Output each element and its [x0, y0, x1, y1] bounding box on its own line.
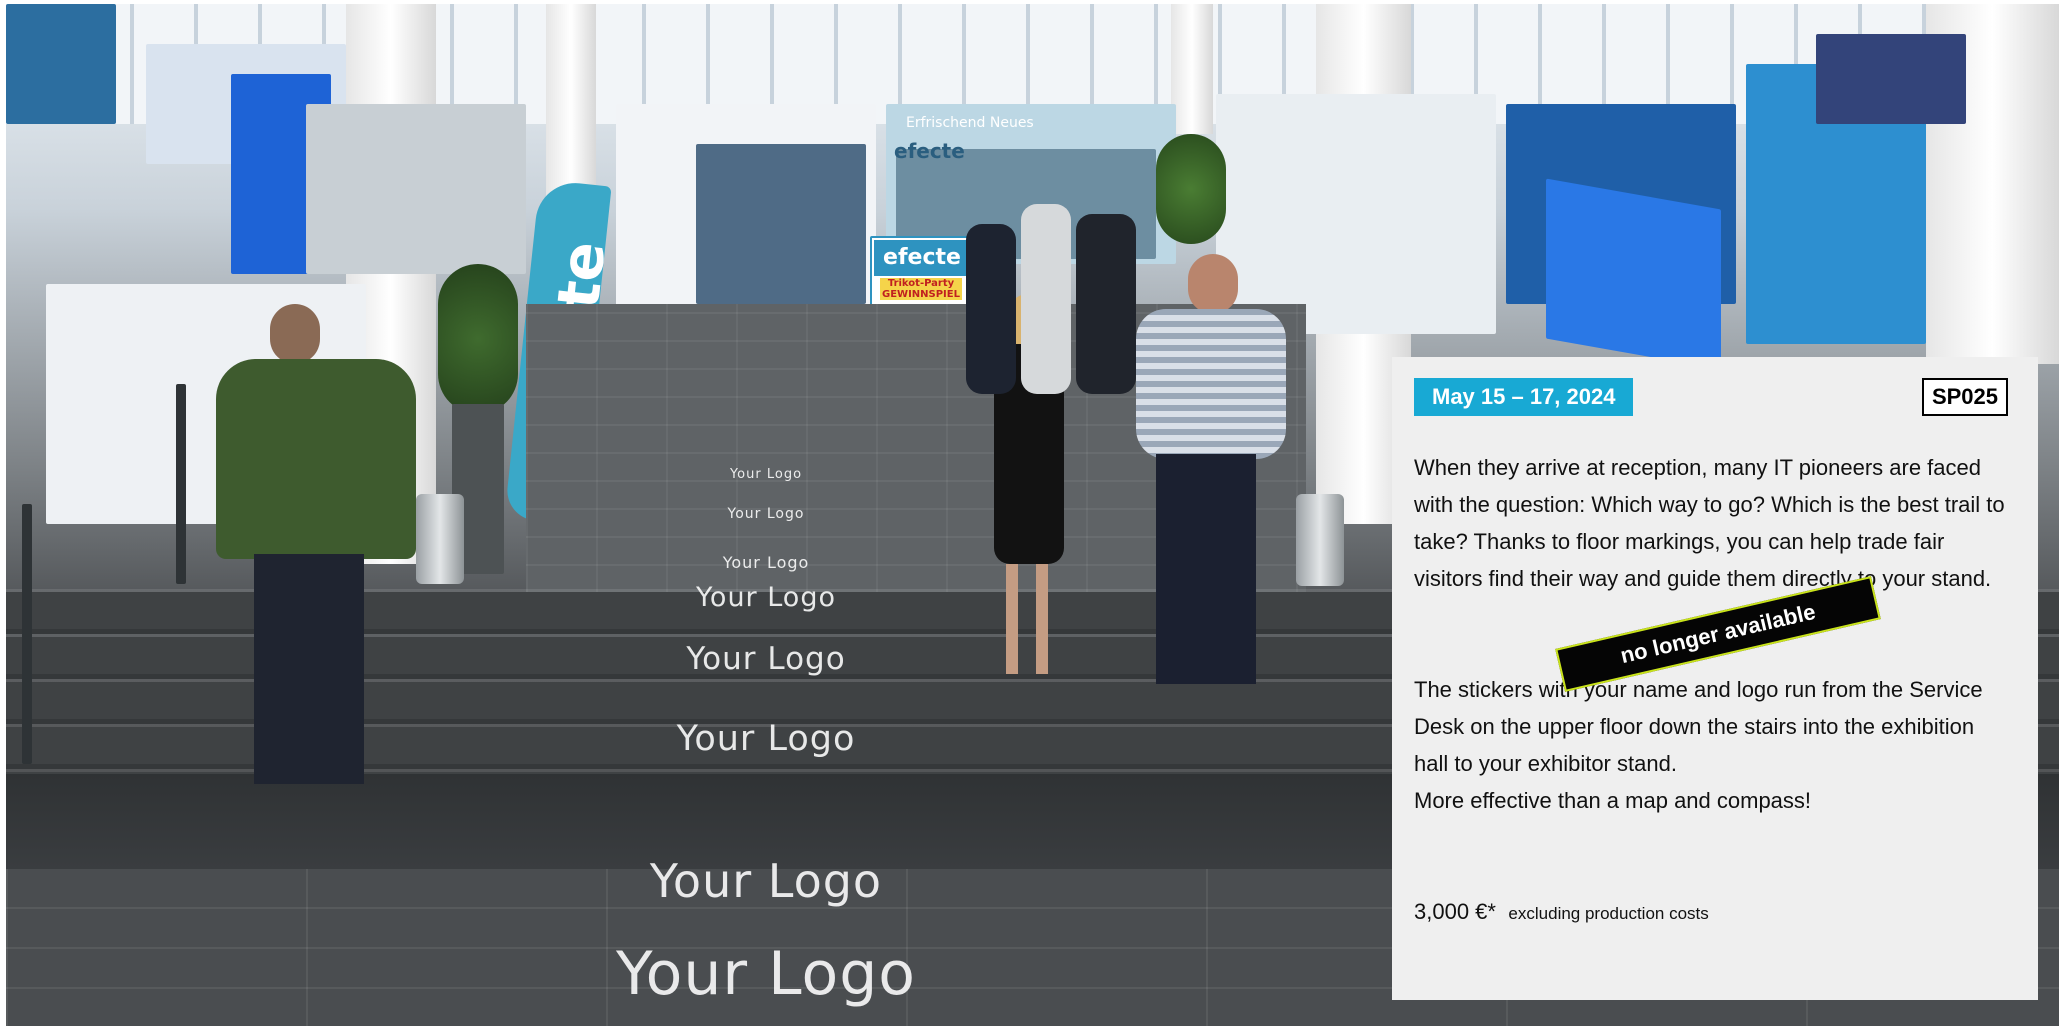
railing-post — [22, 504, 32, 764]
floor-logo-sticker: Your Logo — [722, 553, 810, 572]
price-note: excluding production costs — [1508, 904, 1709, 923]
offer-price: 3,000 €* — [1414, 899, 1496, 924]
floor-logo-sticker: Your Logo — [615, 939, 917, 1009]
railing-post — [176, 384, 186, 584]
event-date-badge: May 15 – 17, 2024 — [1414, 378, 1634, 416]
trash-bin — [416, 494, 464, 584]
trash-bin — [1296, 494, 1344, 586]
booth-screen-blue — [1546, 178, 1721, 370]
offer-description-3: More effective than a map and compass! — [1414, 788, 1812, 813]
offer-code-badge: SP025 — [1921, 378, 2008, 416]
booth-it-service — [306, 104, 526, 274]
floor-logo-sticker: Your Logo — [729, 467, 803, 482]
booth-left-blue — [6, 4, 116, 124]
pillar — [1171, 4, 1213, 134]
floor-logo-sticker: Your Logo — [686, 641, 846, 677]
floor-logo-sticker: Your Logo — [676, 719, 856, 759]
efecte-booth-slogan: Erfrischend Neues — [906, 115, 1034, 131]
offer-description-1: When they arrive at reception, many IT p… — [1414, 455, 2005, 591]
floor-logo-sticker: Your Logo — [696, 582, 836, 613]
offer-description-2: The stickers with your name and logo run… — [1414, 677, 1983, 776]
visitor-green-sweater — [216, 304, 416, 784]
planter-tree — [438, 264, 518, 414]
floor-logo-sticker: Your Logo — [727, 506, 805, 522]
price-row: 3,000 €* excluding production costs — [1414, 899, 1709, 925]
booth-bwn-photo — [696, 144, 866, 304]
visitors-group — [966, 204, 1146, 404]
efecte-rollup-logo: efecte — [874, 240, 970, 276]
planter-tree — [1156, 134, 1226, 244]
offer-info-card: May 15 – 17, 2024 SP025 When they arrive… — [1392, 357, 2038, 1000]
efecte-booth-header: efecte — [894, 139, 965, 163]
efecte-rollup-promo: Trikot-Party GEWINNSPIEL — [880, 278, 962, 300]
booth-top-right-night — [1816, 34, 1966, 124]
floor-logo-sticker: Your Logo — [649, 854, 883, 908]
